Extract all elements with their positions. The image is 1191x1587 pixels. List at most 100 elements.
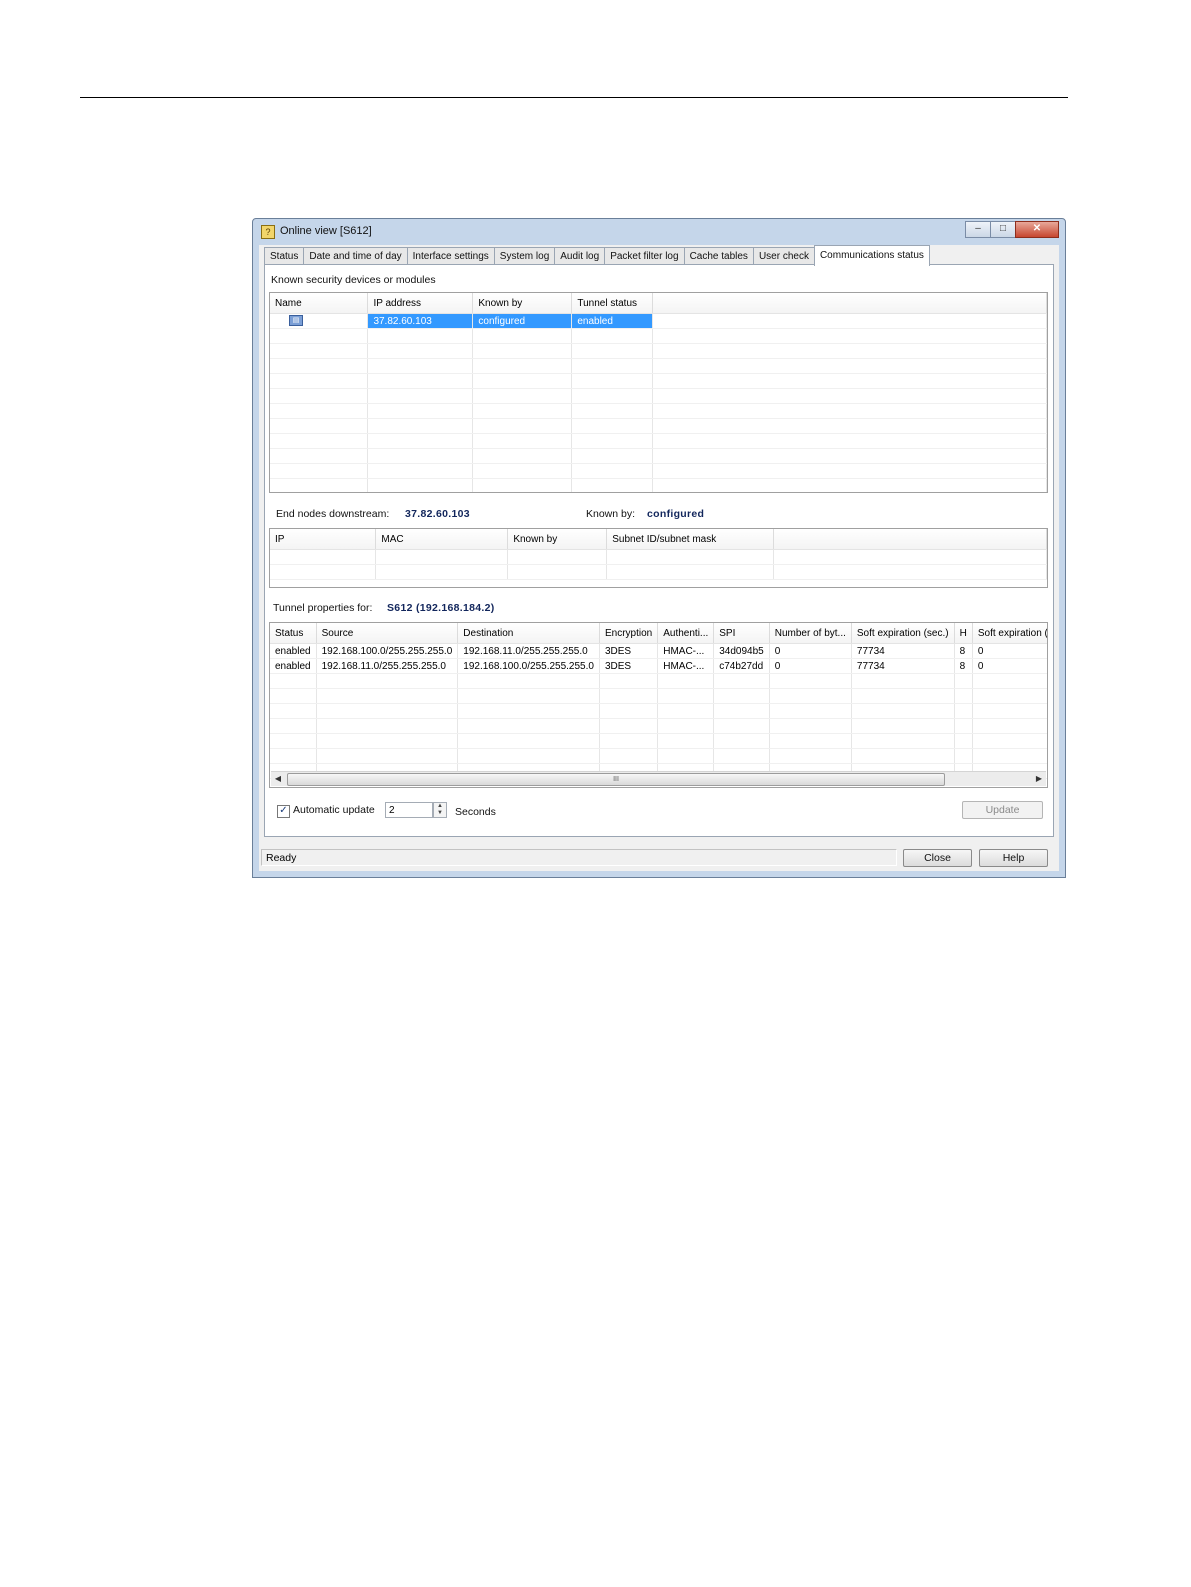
tab-communications-status[interactable]: Communications status bbox=[813, 245, 930, 266]
column-header-number-of-bytes[interactable]: Number of byt... bbox=[769, 623, 852, 644]
empty-row bbox=[270, 328, 1047, 344]
column-header-destination[interactable]: Destination bbox=[457, 623, 600, 644]
tunnel-cell: 192.168.11.0/255.255.255.0 bbox=[457, 643, 600, 659]
known-by-label: Known by: bbox=[586, 508, 636, 520]
column-header-source[interactable]: Source bbox=[316, 623, 459, 644]
empty-row bbox=[270, 748, 1047, 764]
tab-status[interactable]: Status bbox=[264, 247, 305, 265]
table-row bbox=[270, 549, 1047, 565]
client-area: Status Date and time of day Interface se… bbox=[259, 245, 1059, 871]
tunnel-cell: 34d094b5 bbox=[713, 643, 770, 659]
known-devices-table[interactable]: Name IP address Known by Tunnel status ▤… bbox=[269, 292, 1048, 493]
empty-row bbox=[270, 688, 1047, 704]
column-header-soft-expiration-sec[interactable]: Soft expiration (sec.) bbox=[851, 623, 955, 644]
column-header-authentication[interactable]: Authenti... bbox=[657, 623, 715, 644]
column-header-tunnel-status[interactable]: Tunnel status bbox=[571, 293, 654, 314]
empty-row bbox=[270, 718, 1047, 734]
app-icon: ? bbox=[261, 225, 275, 239]
empty-row bbox=[270, 733, 1047, 749]
column-header-known-by[interactable]: Known by bbox=[507, 529, 608, 550]
horizontal-scrollbar[interactable]: ◀ III ▶ bbox=[271, 771, 1046, 786]
device-name-cell[interactable]: ▤ bbox=[270, 313, 369, 329]
column-header-encryption[interactable]: Encryption bbox=[599, 623, 659, 644]
update-button[interactable]: Update bbox=[962, 801, 1043, 819]
title-bar[interactable]: ? Online view [S612] – □ ✕ bbox=[253, 219, 1065, 245]
tab-audit-log[interactable]: Audit log bbox=[554, 247, 606, 265]
minimize-button[interactable]: – bbox=[965, 221, 991, 238]
end-nodes-value: 37.82.60.103 bbox=[405, 508, 470, 520]
known-by-value: configured bbox=[647, 508, 705, 520]
tunnel-cell: 192.168.11.0/255.255.255.0 bbox=[316, 658, 459, 674]
page-rule bbox=[80, 97, 1068, 98]
tab-interface-settings[interactable]: Interface settings bbox=[406, 247, 495, 265]
empty-row bbox=[270, 358, 1047, 374]
window-title: Online view [S612] bbox=[280, 225, 372, 237]
scroll-thumb[interactable]: III bbox=[287, 773, 945, 786]
tunnel-cell: enabled bbox=[270, 643, 317, 659]
spin-down-icon[interactable]: ▼ bbox=[434, 810, 446, 817]
tunnel-properties-value: S612 (192.168.184.2) bbox=[387, 602, 495, 614]
tunnel-properties-label: Tunnel properties for: bbox=[273, 602, 373, 614]
tunnel-cell: HMAC-... bbox=[657, 658, 715, 674]
empty-row bbox=[270, 418, 1047, 434]
maximize-button[interactable]: □ bbox=[990, 221, 1016, 238]
tab-date-time[interactable]: Date and time of day bbox=[303, 247, 408, 265]
end-nodes-label: End nodes downstream: bbox=[276, 508, 390, 520]
spin-up-icon[interactable]: ▲ bbox=[434, 803, 446, 810]
tunnel-cell: 0 bbox=[972, 643, 1047, 659]
scroll-left-icon[interactable]: ◀ bbox=[271, 772, 285, 786]
column-header-subnet[interactable]: Subnet ID/subnet mask bbox=[606, 529, 775, 550]
tunnel-properties-table[interactable]: Status Source Destination Encryption Aut… bbox=[269, 622, 1048, 788]
status-bar: Ready Close Help bbox=[259, 845, 1059, 871]
column-header-known-by[interactable]: Known by bbox=[472, 293, 573, 314]
column-header-name[interactable]: Name bbox=[270, 293, 369, 314]
close-button[interactable]: Close bbox=[903, 849, 972, 867]
device-icon: ▤ bbox=[289, 315, 303, 327]
scroll-right-icon[interactable]: ▶ bbox=[1032, 772, 1046, 786]
empty-row bbox=[270, 403, 1047, 419]
tunnel-cell: 192.168.100.0/255.255.255.0 bbox=[457, 658, 600, 674]
status-text: Ready bbox=[261, 849, 897, 866]
table-row[interactable]: ▤ 37.82.60.103 configured enabled bbox=[270, 313, 1047, 329]
automatic-update-label[interactable]: Automatic update bbox=[293, 804, 375, 816]
update-interval-stepper[interactable]: ▲ ▼ bbox=[433, 802, 447, 818]
device-tunnel-status-cell[interactable]: enabled bbox=[571, 313, 654, 329]
column-header-ip[interactable]: IP bbox=[270, 529, 377, 550]
empty-row bbox=[270, 388, 1047, 404]
tunnel-cell: 3DES bbox=[599, 643, 659, 659]
table-row[interactable]: enabled 192.168.11.0/255.255.255.0 192.1… bbox=[270, 658, 1047, 674]
end-nodes-table[interactable]: IP MAC Known by Subnet ID/subnet mask bbox=[269, 528, 1048, 588]
help-button[interactable]: Help bbox=[979, 849, 1048, 867]
tab-packet-filter-log[interactable]: Packet filter log bbox=[604, 247, 685, 265]
column-header-mac[interactable]: MAC bbox=[375, 529, 509, 550]
table-row[interactable]: enabled 192.168.100.0/255.255.255.0 192.… bbox=[270, 643, 1047, 659]
seconds-label: Seconds bbox=[455, 806, 496, 818]
tunnel-cell: 3DES bbox=[599, 658, 659, 674]
tunnel-cell: HMAC-... bbox=[657, 643, 715, 659]
empty-row bbox=[270, 373, 1047, 389]
tunnel-cell: c74b27dd bbox=[713, 658, 770, 674]
empty-row bbox=[270, 343, 1047, 359]
tab-system-log[interactable]: System log bbox=[493, 247, 556, 265]
column-header-status[interactable]: Status bbox=[270, 623, 317, 644]
tunnel-cell: 77734 bbox=[851, 658, 955, 674]
automatic-update-checkbox[interactable]: ✓ bbox=[277, 805, 290, 818]
empty-row bbox=[270, 463, 1047, 479]
device-ip-cell[interactable]: 37.82.60.103 bbox=[367, 313, 474, 329]
empty-row bbox=[270, 478, 1047, 492]
update-interval-input[interactable] bbox=[385, 802, 433, 818]
column-header-ip-address[interactable]: IP address bbox=[367, 293, 474, 314]
column-header-spi[interactable]: SPI bbox=[713, 623, 770, 644]
tunnel-cell: 0 bbox=[972, 658, 1047, 674]
empty-row bbox=[270, 433, 1047, 449]
tab-user-check[interactable]: User check bbox=[752, 247, 815, 265]
tab-cache-tables[interactable]: Cache tables bbox=[683, 247, 754, 265]
column-header-filler bbox=[652, 293, 1047, 314]
device-known-by-cell[interactable]: configured bbox=[472, 313, 573, 329]
close-window-button[interactable]: ✕ bbox=[1015, 221, 1059, 238]
column-header-soft-expiration[interactable]: Soft expiration ( bbox=[972, 623, 1047, 644]
column-header-h[interactable]: H bbox=[954, 623, 973, 644]
known-devices-heading: Known security devices or modules bbox=[271, 274, 436, 286]
empty-row bbox=[270, 673, 1047, 689]
tunnel-cell: 0 bbox=[769, 658, 852, 674]
